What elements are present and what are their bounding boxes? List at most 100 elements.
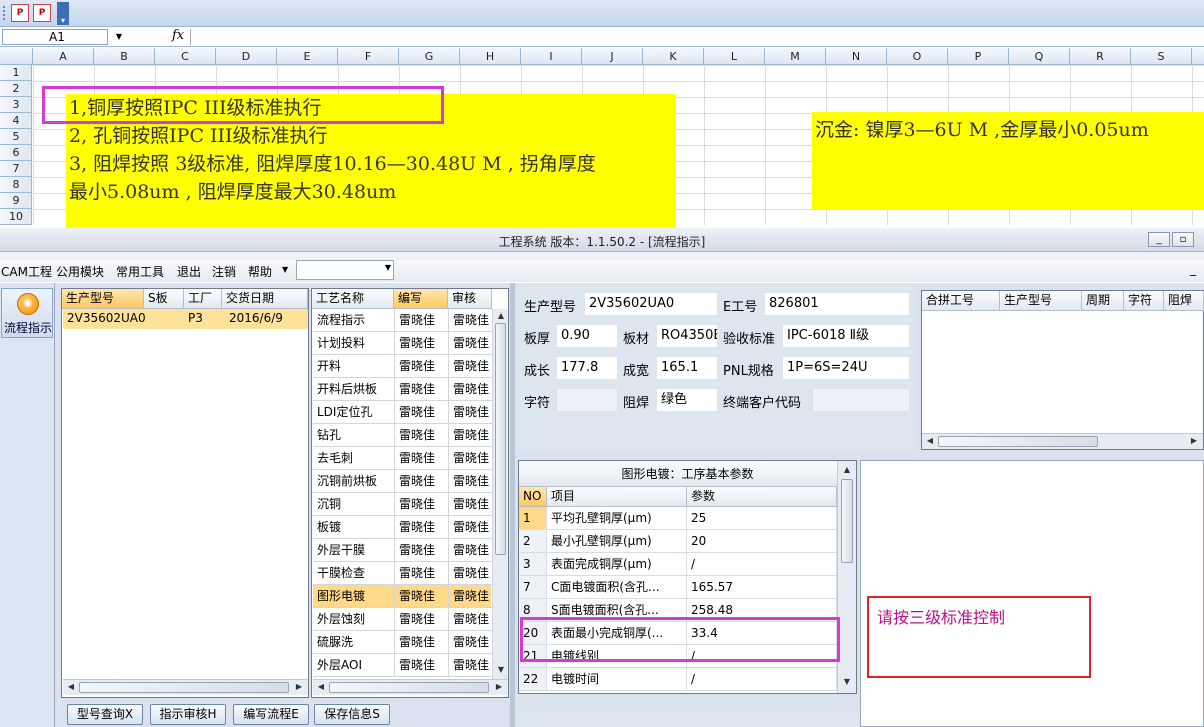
table-row[interactable]: 开料后烘板 雷晓佳 雷晓佳 xyxy=(313,378,493,401)
col-char[interactable]: 字符 xyxy=(1124,291,1164,311)
field-pnl[interactable]: 1P=6S=24U xyxy=(782,356,910,380)
pdf-export-icon[interactable]: P xyxy=(33,4,51,22)
column-header[interactable]: I xyxy=(521,48,582,65)
table-row[interactable]: 1 平均孔壁铜厚(μm) 25 xyxy=(519,507,837,530)
column-header[interactable]: E xyxy=(277,48,338,65)
process-hscroll[interactable]: ◀ ▶ xyxy=(313,679,508,695)
fx-icon[interactable]: fx xyxy=(172,28,184,43)
splitter[interactable] xyxy=(510,283,515,727)
review-button[interactable]: 指示审核H xyxy=(150,704,226,725)
menu-combo-select[interactable]: ▼ xyxy=(296,260,394,280)
menu-public-module[interactable]: 公用模块 xyxy=(56,263,104,280)
table-row[interactable]: 沉铜 雷晓佳 雷晓佳 xyxy=(313,493,493,516)
table-row[interactable]: 板镀 雷晓佳 雷晓佳 xyxy=(313,516,493,539)
row-header[interactable]: 8 xyxy=(0,177,32,193)
column-header[interactable]: J xyxy=(582,48,643,65)
table-row[interactable]: 外层干膜 雷晓佳 雷晓佳 xyxy=(313,539,493,562)
field-thickness[interactable]: 0.90 xyxy=(556,324,618,348)
field-e-no[interactable]: 826801 xyxy=(764,292,910,316)
model-query-button[interactable]: 型号查询X xyxy=(67,704,143,725)
table-row[interactable]: 沉铜前烘板 雷晓佳 雷晓佳 xyxy=(313,470,493,493)
table-row[interactable]: 流程指示 雷晓佳 雷晓佳 xyxy=(313,309,493,332)
merge-table[interactable]: 合拼工号 生产型号 周期 字符 阻焊 ◀ ▶ xyxy=(921,290,1204,450)
merge-hscroll[interactable]: ◀ ▶ xyxy=(922,433,1203,449)
nav-process-button[interactable]: ◉ 流程指示 xyxy=(1,288,53,338)
merge-hscroll-thumb[interactable] xyxy=(938,436,1098,447)
column-header[interactable]: P xyxy=(948,48,1009,65)
row-header[interactable]: 9 xyxy=(0,193,32,209)
scroll-up-icon[interactable]: ▲ xyxy=(840,463,854,477)
write-process-button[interactable]: 编写流程E xyxy=(233,704,309,725)
col-process-name[interactable]: 工艺名称 xyxy=(312,289,394,309)
scroll-right-icon[interactable]: ▶ xyxy=(293,680,305,694)
table-row[interactable]: 2 最小孔壁铜厚(μm) 20 xyxy=(519,530,837,553)
select-all-corner[interactable] xyxy=(0,48,33,65)
table-row[interactable]: 7 C面电镀面积(含孔... 165.57 xyxy=(519,576,837,599)
scroll-right-icon[interactable]: ▶ xyxy=(493,680,505,694)
restore-button[interactable]: ▫ xyxy=(1172,232,1194,247)
row-header[interactable]: 1 xyxy=(0,65,32,81)
col-mask[interactable]: 阻焊 xyxy=(1164,291,1204,311)
field-material[interactable]: RO4350B xyxy=(656,324,718,348)
field-length[interactable]: 177.8 xyxy=(556,356,618,380)
process-vscroll[interactable]: ▲ ▼ xyxy=(492,309,508,679)
product-hscroll-thumb[interactable] xyxy=(79,682,289,693)
row-header[interactable]: 4 xyxy=(0,113,32,129)
col-writer[interactable]: 编写 xyxy=(394,289,448,309)
process-table[interactable]: 工艺名称 编写 审核 ▲ ▼ ◀ ▶ 流程指示 雷晓佳 雷晓佳 计划投料 雷晓佳 雷晓佳开… xyxy=(311,288,509,698)
col-no[interactable]: NO xyxy=(519,487,547,507)
column-header[interactable]: G xyxy=(399,48,460,65)
product-table[interactable]: 生产型号 S板 工厂 交货日期 2V35602UA0 P3 2016/6/9 ◀… xyxy=(61,288,309,698)
table-row[interactable]: 2V35602UA0 P3 2016/6/9 xyxy=(63,309,308,329)
scroll-left-icon[interactable]: ◀ xyxy=(65,680,77,694)
column-header[interactable]: B xyxy=(94,48,155,65)
param-vscroll-thumb[interactable] xyxy=(841,479,853,563)
column-header[interactable]: O xyxy=(887,48,948,65)
mdi-minimize-button[interactable]: _ xyxy=(1190,262,1196,276)
col-reviewer[interactable]: 审核 xyxy=(448,289,492,309)
scroll-down-icon[interactable]: ▼ xyxy=(494,663,508,677)
field-char[interactable] xyxy=(556,388,618,412)
col-param[interactable]: 参数 xyxy=(687,487,837,507)
menu-exit[interactable]: 退出 xyxy=(177,263,201,280)
col-prod-no[interactable]: 生产型号 xyxy=(62,289,144,309)
field-prod-no[interactable]: 2V35602UA0 xyxy=(584,292,718,316)
combo-dropdown-icon[interactable]: ▼ xyxy=(385,263,391,272)
column-header[interactable]: L xyxy=(704,48,765,65)
table-row[interactable]: 3 表面完成铜厚(μm) / xyxy=(519,553,837,576)
column-header[interactable]: Q xyxy=(1009,48,1070,65)
column-header[interactable]: D xyxy=(216,48,277,65)
scroll-up-icon[interactable]: ▲ xyxy=(494,309,508,323)
menu-tools[interactable]: 常用工具 xyxy=(116,263,164,280)
column-header[interactable]: C xyxy=(155,48,216,65)
gold-note-cell[interactable]: 沉金: 镍厚3—6U M ,金厚最小0.05um xyxy=(812,112,1204,210)
scroll-left-icon[interactable]: ◀ xyxy=(924,434,936,448)
column-header[interactable]: A xyxy=(33,48,94,65)
column-header[interactable]: S xyxy=(1131,48,1192,65)
table-row[interactable]: 开料 雷晓佳 雷晓佳 xyxy=(313,355,493,378)
menu-cam[interactable]: CAM工程 xyxy=(1,263,52,280)
col-delivery-date[interactable]: 交货日期 xyxy=(222,289,308,309)
table-row[interactable]: 去毛刺 雷晓佳 雷晓佳 xyxy=(313,447,493,470)
table-row[interactable]: LDI定位孔 雷晓佳 雷晓佳 xyxy=(313,401,493,424)
column-header[interactable]: H xyxy=(460,48,521,65)
col-factory[interactable]: 工厂 xyxy=(184,289,222,309)
table-row[interactable]: 硫脲洗 雷晓佳 雷晓佳 xyxy=(313,631,493,654)
help-dropdown-icon[interactable]: ▼ xyxy=(282,265,288,274)
field-std[interactable]: IPC-6018 Ⅱ级 xyxy=(782,324,910,348)
row-header[interactable]: 6 xyxy=(0,145,32,161)
row-header[interactable]: 2 xyxy=(0,81,32,97)
formula-input[interactable] xyxy=(190,29,1202,45)
col-merge-prod-no[interactable]: 生产型号 xyxy=(1000,291,1082,311)
table-row[interactable]: 22 电镀时间 / xyxy=(519,668,837,691)
menu-help[interactable]: 帮助 xyxy=(248,263,272,280)
table-row[interactable]: 计划投料 雷晓佳 雷晓佳 xyxy=(313,332,493,355)
col-item[interactable]: 项目 xyxy=(547,487,687,507)
process-hscroll-thumb[interactable] xyxy=(329,682,489,693)
table-row[interactable]: 外层蚀刻 雷晓佳 雷晓佳 xyxy=(313,608,493,631)
scroll-left-icon[interactable]: ◀ xyxy=(315,680,327,694)
table-row[interactable]: 图形电镀 雷晓佳 雷晓佳 xyxy=(313,585,493,608)
table-row[interactable]: 干膜检查 雷晓佳 雷晓佳 xyxy=(313,562,493,585)
pdf-icon[interactable]: P xyxy=(11,4,29,22)
field-customer-code[interactable] xyxy=(812,388,910,412)
